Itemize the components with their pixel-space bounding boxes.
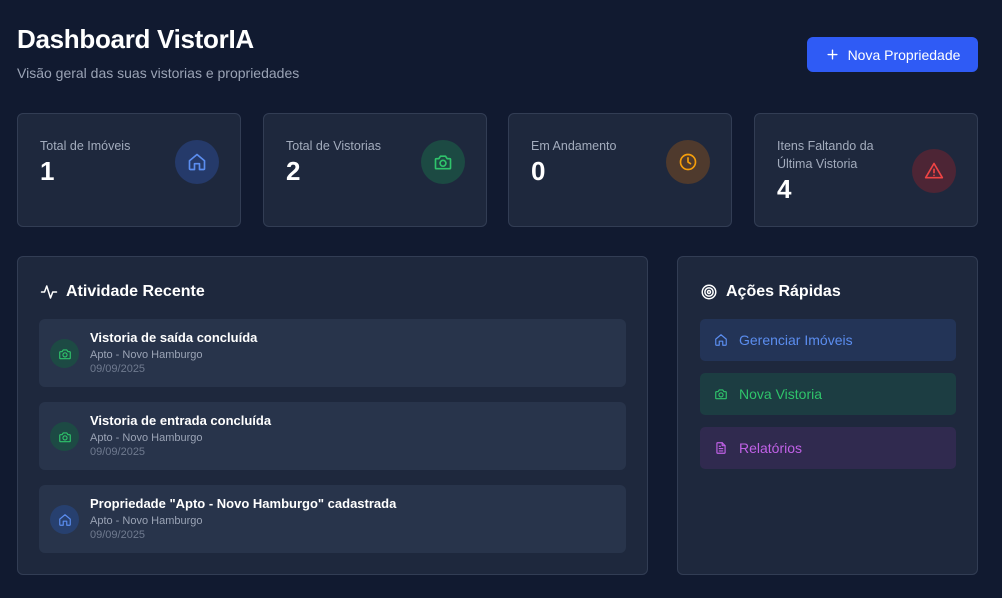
activity-subtitle: Apto - Novo Hamburgo (90, 349, 203, 361)
new-inspection-button[interactable]: Nova Vistoria (700, 373, 956, 415)
reports-label: Relatórios (739, 440, 803, 456)
stat-label: Total de Imóveis (40, 139, 131, 153)
new-property-label: Nova Propriedade (847, 46, 961, 63)
activity-subtitle: Apto - Novo Hamburgo (90, 515, 203, 527)
stat-value: 0 (531, 156, 546, 186)
quick-actions-header: Ações Rápidas (700, 283, 841, 301)
list-item[interactable]: Propriedade "Apto - Novo Hamburgo" cadas… (39, 485, 626, 553)
home-icon (714, 333, 728, 347)
camera-icon (50, 422, 79, 451)
recent-activity-title: Atividade Recente (66, 283, 205, 300)
stat-card-inspections: Total de Vistorias 2 (263, 113, 487, 227)
file-text-icon (714, 441, 728, 455)
camera-icon (50, 339, 79, 368)
stat-card-in-progress: Em Andamento 0 (508, 113, 732, 227)
new-inspection-label: Nova Vistoria (739, 386, 823, 402)
stat-value: 2 (286, 156, 301, 186)
quick-actions-title: Ações Rápidas (726, 283, 841, 300)
list-item[interactable]: Vistoria de entrada concluída Apto - Nov… (39, 402, 626, 470)
stat-value: 4 (777, 174, 792, 204)
target-icon (700, 283, 718, 301)
plus-icon (825, 47, 840, 62)
activity-title: Vistoria de saída concluída (90, 330, 258, 345)
camera-icon (421, 140, 465, 184)
activity-title: Vistoria de entrada concluída (90, 413, 272, 428)
reports-button[interactable]: Relatórios (700, 427, 956, 469)
manage-properties-button[interactable]: Gerenciar Imóveis (700, 319, 956, 361)
page-subtitle: Visão geral das suas vistorias e proprie… (17, 65, 300, 81)
camera-icon (714, 387, 728, 401)
home-icon (50, 505, 79, 534)
alert-triangle-icon (912, 149, 956, 193)
home-icon (175, 140, 219, 184)
page-title: Dashboard VistorIA (17, 24, 254, 54)
stat-label: Em Andamento (531, 139, 617, 153)
dashboard-page: Dashboard VistorIA Visão geral das suas … (0, 0, 1002, 598)
activity-subtitle: Apto - Novo Hamburgo (90, 432, 203, 444)
activity-date: 09/09/2025 (90, 363, 146, 375)
stat-value: 1 (40, 156, 55, 186)
stat-label: Total de Vistorias (286, 139, 381, 153)
quick-actions-panel: Ações Rápidas Gerenciar Imóveis Nova Vis… (677, 256, 978, 575)
stat-card-properties: Total de Imóveis 1 (17, 113, 241, 227)
stat-label: Itens Faltando da Última Vistoria (777, 139, 874, 171)
stat-card-missing-items: Itens Faltando da Última Vistoria 4 (754, 113, 978, 227)
recent-activity-panel: Atividade Recente Vistoria de saída conc… (17, 256, 648, 575)
clock-icon (666, 140, 710, 184)
list-item[interactable]: Vistoria de saída concluída Apto - Novo … (39, 319, 626, 387)
activity-title: Propriedade "Apto - Novo Hamburgo" cadas… (90, 496, 397, 511)
new-property-button[interactable]: Nova Propriedade (807, 37, 978, 72)
activity-icon (40, 283, 58, 301)
activity-date: 09/09/2025 (90, 446, 146, 458)
recent-activity-header: Atividade Recente (40, 283, 205, 301)
activity-date: 09/09/2025 (90, 529, 146, 541)
manage-properties-label: Gerenciar Imóveis (739, 332, 853, 348)
